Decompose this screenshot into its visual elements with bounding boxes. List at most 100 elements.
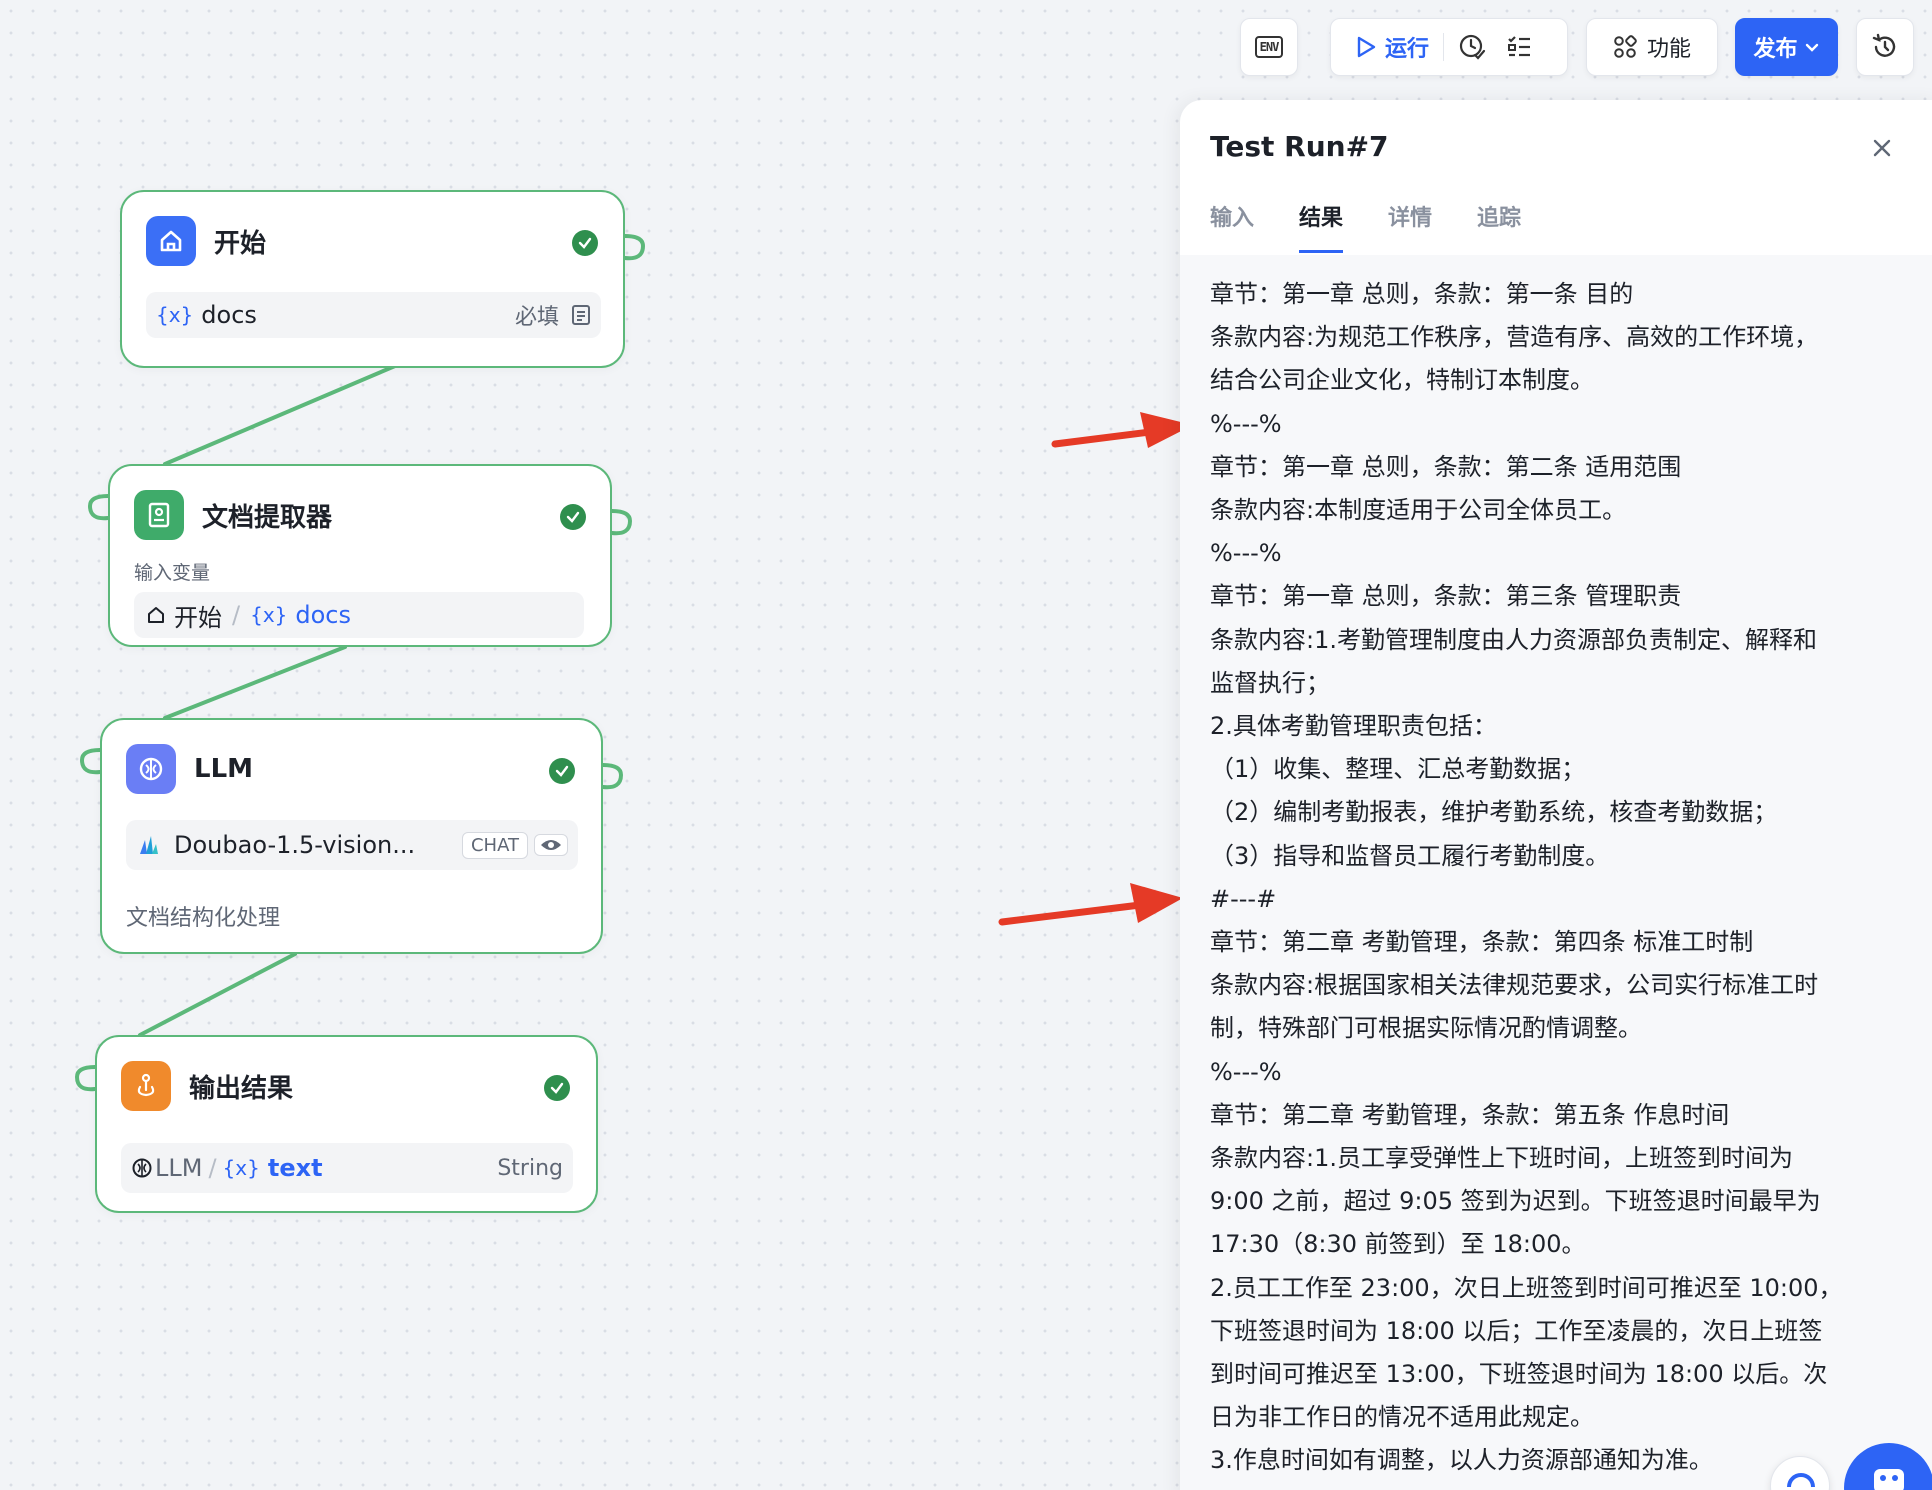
tab-details[interactable]: 详情 — [1388, 200, 1432, 253]
result-line: 条款内容:1.考勤管理制度由人力资源部负责制定、解释和 — [1210, 625, 1817, 654]
result-line: 9:00 之前，超过 9:05 签到为迟到。下班签退时间最早为 — [1210, 1187, 1821, 1216]
node-llm[interactable]: LLM Doubao-1.5-vision... CHAT 文档结构化处理 — [100, 718, 603, 954]
tab-result[interactable]: 结果 — [1299, 200, 1344, 253]
edge-llm-output — [138, 952, 297, 1037]
result-output: 章节：第一章 总则，条款：第一条 目的 条款内容:为规范工作秩序，营造有序、高效… — [1180, 255, 1932, 1490]
output-variable-row[interactable]: LLM / {x} text String — [121, 1143, 573, 1193]
node-description: 文档结构化处理 — [126, 906, 281, 931]
success-check-icon — [560, 504, 586, 530]
result-line: 监督执行； — [1210, 668, 1330, 697]
source-node-name: 开始 — [174, 603, 222, 632]
publish-button[interactable]: 发布 — [1735, 18, 1838, 76]
apps-icon — [1614, 35, 1637, 58]
result-line: 章节：第二章 考勤管理，条款：第四条 标准工时制 — [1210, 928, 1754, 957]
history-icon — [1872, 33, 1896, 57]
doubao-model-icon — [140, 836, 158, 854]
source-node-name: LLM — [155, 1154, 203, 1182]
result-line: 结合公司企业文化，特制订本制度。 — [1210, 366, 1594, 395]
result-line: 章节：第二章 考勤管理，条款：第五条 作息时间 — [1210, 1100, 1730, 1129]
source-variable-name: docs — [295, 601, 352, 629]
success-check-icon — [549, 758, 575, 784]
input-variables-label: 输入变量 — [134, 562, 211, 584]
clock-check-icon — [1459, 34, 1486, 60]
chat-mode-badge: CHAT — [461, 831, 528, 859]
tab-input[interactable]: 输入 — [1210, 200, 1254, 253]
panel-title: Test Run#7 — [1210, 130, 1389, 163]
node-title: 开始 — [214, 228, 267, 259]
vision-capability-badge — [534, 834, 568, 856]
chevron-down-icon — [1805, 43, 1818, 52]
home-icon — [146, 216, 196, 266]
variable-icon: {x} — [222, 1156, 260, 1180]
extractor-out-port — [610, 509, 633, 536]
result-line: #---# — [1210, 884, 1277, 913]
success-check-icon — [572, 230, 598, 256]
document-icon — [572, 305, 590, 325]
model-selector[interactable]: Doubao-1.5-vision... CHAT — [126, 820, 578, 870]
toolbar-divider — [1443, 33, 1445, 61]
home-small-icon — [148, 607, 164, 623]
checklist-button[interactable] — [1506, 34, 1532, 60]
eye-icon — [541, 840, 561, 850]
result-line: %---% — [1210, 1057, 1282, 1086]
variable-icon: {x} — [156, 303, 194, 327]
tab-trace[interactable]: 追踪 — [1477, 200, 1521, 253]
assistant-float-button[interactable] — [1844, 1443, 1932, 1490]
publish-label: 发布 — [1753, 37, 1798, 62]
run-history-button[interactable] — [1458, 33, 1486, 61]
test-run-panel: Test Run#7 输入 结果 详情 追踪 章节：第一章 总则，条款：第一条 … — [1180, 100, 1932, 1490]
required-label: 必填 — [514, 305, 559, 330]
result-line: （2）编制考勤报表，维护考勤系统，核查考勤数据； — [1210, 798, 1778, 827]
model-name: Doubao-1.5-vision... — [174, 831, 416, 859]
run-button[interactable]: 运行 — [1355, 31, 1429, 63]
close-icon[interactable] — [1870, 136, 1894, 160]
features-label: 功能 — [1646, 37, 1691, 62]
result-line: 17:30（8:30 前签到）至 18:00。 — [1210, 1230, 1586, 1259]
variable-type: String — [497, 1155, 563, 1181]
start-variable-row[interactable]: {x} docs 必填 — [146, 292, 601, 338]
node-start[interactable]: 开始 {x} docs 必填 — [120, 190, 625, 368]
edge-extractor-llm — [163, 645, 347, 720]
result-line: 下班签退时间为 18:00 以后；工作至凌晨的，次日上班签 — [1210, 1316, 1823, 1345]
play-icon — [1357, 36, 1376, 58]
path-separator: / — [208, 1154, 217, 1182]
node-output[interactable]: 输出结果 LLM / {x} text String — [95, 1035, 598, 1213]
result-line: %---% — [1210, 539, 1282, 568]
output-in-port — [74, 1065, 97, 1092]
result-line: %---% — [1210, 409, 1282, 438]
result-line: 日为非工作日的情况不适用此规定。 — [1210, 1403, 1594, 1432]
output-icon — [121, 1061, 171, 1111]
llm-out-port — [601, 763, 624, 790]
result-line: 条款内容:为规范工作秩序，营造有序、高效的工作环境， — [1210, 323, 1819, 352]
extractor-in-port — [87, 494, 110, 521]
variable-icon: {x} — [250, 603, 288, 627]
panel-tabs: 输入 结果 详情 追踪 — [1210, 200, 1521, 253]
result-line: 章节：第一章 总则，条款：第一条 目的 — [1210, 280, 1634, 308]
extractor-input-row[interactable]: 开始 / {x} docs — [134, 592, 584, 638]
llm-in-port — [79, 748, 102, 775]
edge-start-extractor — [163, 364, 397, 466]
node-doc-extractor[interactable]: 文档提取器 输入变量 开始 / {x} docs — [108, 464, 612, 647]
features-button[interactable]: 功能 — [1586, 18, 1718, 76]
result-line: 到时间可推迟至 13:00，下班签退时间为 18:00 以后。次 — [1210, 1360, 1828, 1389]
node-title: 输出结果 — [189, 1073, 294, 1104]
help-float-button[interactable] — [1770, 1456, 1830, 1490]
success-check-icon — [544, 1075, 570, 1101]
result-line: 章节：第一章 总则，条款：第二条 适用范围 — [1210, 452, 1682, 481]
result-line: （3）指导和监督员工履行考勤制度。 — [1210, 841, 1610, 870]
result-line: 章节：第一章 总则，条款：第三条 管理职责 — [1210, 582, 1682, 611]
result-line: 2.员工工作至 23:00，次日上班签到时间可推迟至 10:00， — [1210, 1273, 1843, 1302]
llm-brain-icon — [126, 744, 176, 794]
start-out-port — [623, 234, 646, 261]
env-button[interactable]: ENV — [1240, 18, 1298, 76]
output-variable-name: text — [267, 1154, 323, 1182]
chat-bot-icon — [1874, 1469, 1904, 1490]
result-line: （1）收集、整理、汇总考勤数据； — [1210, 755, 1586, 784]
node-title: 文档提取器 — [202, 502, 333, 533]
version-history-button[interactable] — [1856, 18, 1914, 76]
result-line: 2.具体考勤管理职责包括： — [1210, 712, 1497, 741]
run-toolbar-group: 运行 — [1330, 18, 1568, 76]
env-icon: ENV — [1254, 36, 1284, 58]
node-title: LLM — [194, 754, 254, 784]
help-icon — [1787, 1473, 1815, 1488]
